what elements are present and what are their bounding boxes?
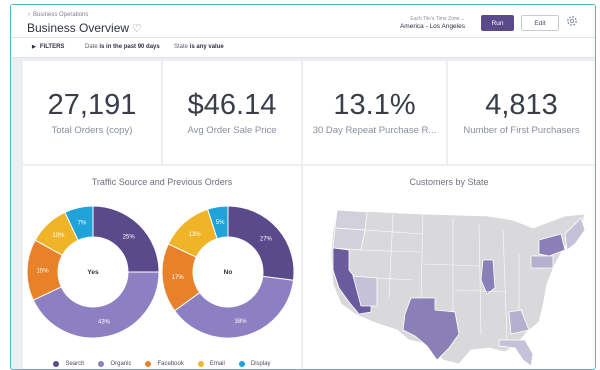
kpi-tile-first-purchasers: 4,813 Number of First Purchasers xyxy=(448,61,595,164)
kpi-label: Total Orders (copy) xyxy=(51,125,133,136)
legend-swatch xyxy=(197,361,204,367)
chevron-right-icon: › xyxy=(28,12,30,18)
donut-charts: 25% 43% 15% 10% 7% Yes 27% 38% 17% 13% 5% No xyxy=(26,205,295,339)
filter-bar: ▶ FILTERS Date is in the past 90 days Sta… xyxy=(11,38,595,58)
state-pennsylvania[interactable] xyxy=(530,255,554,269)
legend-swatch xyxy=(53,361,60,367)
timezone-select[interactable]: America - Los Angeles xyxy=(400,23,465,30)
legend-swatch xyxy=(145,361,152,367)
donut-slice-label: 7% xyxy=(78,221,87,227)
donut-slice-label: 10% xyxy=(52,233,65,239)
kpi-value: 4,813 xyxy=(485,89,558,121)
donut-slice-label: 5% xyxy=(216,220,225,226)
gear-icon[interactable] xyxy=(565,14,579,28)
donut-slice-label: 17% xyxy=(172,275,185,281)
edit-button[interactable]: Edit xyxy=(521,15,559,31)
page-title-text: Business Overview xyxy=(27,21,130,35)
breadcrumb-label: Business Operations xyxy=(33,12,89,18)
donut-slice-label: 15% xyxy=(37,268,50,274)
legend-item-search[interactable]: Search xyxy=(53,361,84,367)
kpi-tile-total-orders: 27,191 Total Orders (copy) xyxy=(23,61,161,164)
donut-slice-label: 25% xyxy=(123,234,136,240)
kpi-value: 13.1% xyxy=(333,89,416,121)
legend-swatch xyxy=(98,361,105,367)
state-oregon[interactable] xyxy=(332,227,366,251)
donut-slice-label: 13% xyxy=(189,232,202,238)
donut-slice-label: 27% xyxy=(260,237,273,243)
donut-center-label: Yes xyxy=(87,269,99,276)
timezone-label: Each Tile's Time Zone ⌄ xyxy=(410,16,465,22)
kpi-label: Number of First Purchasers xyxy=(463,125,580,136)
traffic-source-tile: Traffic Source and Previous Orders 25% 43… xyxy=(23,166,301,369)
kpi-value: 27,191 xyxy=(47,89,137,121)
tile-title: Traffic Source and Previous Orders xyxy=(91,177,233,187)
legend-item-email[interactable]: Email xyxy=(197,361,225,367)
run-button[interactable]: Run xyxy=(481,15,514,31)
heart-icon[interactable]: ♡ xyxy=(132,23,142,35)
donut-center-label: No xyxy=(224,269,233,276)
legend-item-organic[interactable]: Organic xyxy=(98,361,131,367)
customers-by-state-tile: Customers by State xyxy=(303,166,595,369)
caret-right-icon: ▶ xyxy=(32,44,36,50)
kpi-tile-avg-order-price: $46.14 Avg Order Sale Price xyxy=(163,61,301,164)
state-filter[interactable]: State is any value xyxy=(174,44,224,50)
dashboard-frame: › Business Operations Business Overview ♡ … xyxy=(10,4,596,370)
state-florida[interactable] xyxy=(498,339,534,367)
kpi-label: Avg Order Sale Price xyxy=(187,125,277,136)
breadcrumb[interactable]: › Business Operations xyxy=(28,12,88,18)
date-filter[interactable]: Date is in the past 90 days xyxy=(85,44,160,50)
chart-legend: Search Organic Facebook Email Display xyxy=(23,361,301,367)
legend-item-facebook[interactable]: Facebook xyxy=(145,361,184,367)
us-state-map xyxy=(330,209,586,367)
legend-swatch xyxy=(238,361,245,367)
page-title: Business Overview ♡ xyxy=(27,21,142,35)
legend-item-display[interactable]: Display xyxy=(238,361,271,367)
kpi-value: $46.14 xyxy=(187,89,277,121)
tile-title: Customers by State xyxy=(409,177,489,187)
donut-slice-label: 43% xyxy=(98,319,111,325)
kpi-label: 30 Day Repeat Purchase R... xyxy=(312,125,437,136)
chevron-down-icon: ⌄ xyxy=(460,16,465,22)
dashboard-header: › Business Operations Business Overview ♡ … xyxy=(11,5,595,38)
kpi-tile-repeat-purchase: 13.1% 30 Day Repeat Purchase R... xyxy=(303,61,446,164)
state-washington[interactable] xyxy=(334,209,368,231)
filters-toggle[interactable]: ▶ FILTERS xyxy=(32,44,64,50)
donut-slice-search[interactable] xyxy=(227,205,295,281)
donut-slice-label: 38% xyxy=(235,319,248,325)
